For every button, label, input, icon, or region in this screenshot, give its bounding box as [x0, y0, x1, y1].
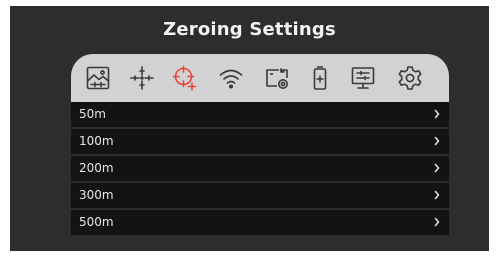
camera-record-icon[interactable]: [264, 65, 290, 91]
settings-toolbar: [71, 54, 449, 102]
menu-item-label: 100m: [79, 134, 114, 148]
gear-icon[interactable]: [397, 65, 423, 91]
display-settings-icon[interactable]: [350, 65, 376, 91]
menu-item-100m[interactable]: 100m: [71, 129, 449, 154]
zeroing-distance-list: 50m 100m 200m 300m 500m: [71, 102, 449, 237]
device-screen: Zeroing Settings 50m 100m 200m 300m 500m: [10, 6, 489, 251]
chevron-right-icon: [433, 163, 441, 173]
chevron-right-icon: [433, 109, 441, 119]
battery-icon[interactable]: [307, 65, 333, 91]
chevron-right-icon: [433, 190, 441, 200]
chevron-right-icon: [433, 217, 441, 227]
menu-item-label: 50m: [79, 107, 106, 121]
page-title: Zeroing Settings: [163, 19, 336, 40]
wifi-icon[interactable]: [218, 65, 244, 91]
menu-item-500m[interactable]: 500m: [71, 210, 449, 235]
image-settings-icon[interactable]: [85, 65, 111, 91]
zeroing-target-icon[interactable]: [172, 65, 198, 91]
menu-item-label: 500m: [79, 215, 114, 229]
menu-item-300m[interactable]: 300m: [71, 183, 449, 208]
menu-item-label: 300m: [79, 188, 114, 202]
menu-item-50m[interactable]: 50m: [71, 102, 449, 127]
menu-item-label: 200m: [79, 161, 114, 175]
crosshair-reticle-icon[interactable]: [129, 65, 155, 91]
menu-item-200m[interactable]: 200m: [71, 156, 449, 181]
chevron-right-icon: [433, 136, 441, 146]
